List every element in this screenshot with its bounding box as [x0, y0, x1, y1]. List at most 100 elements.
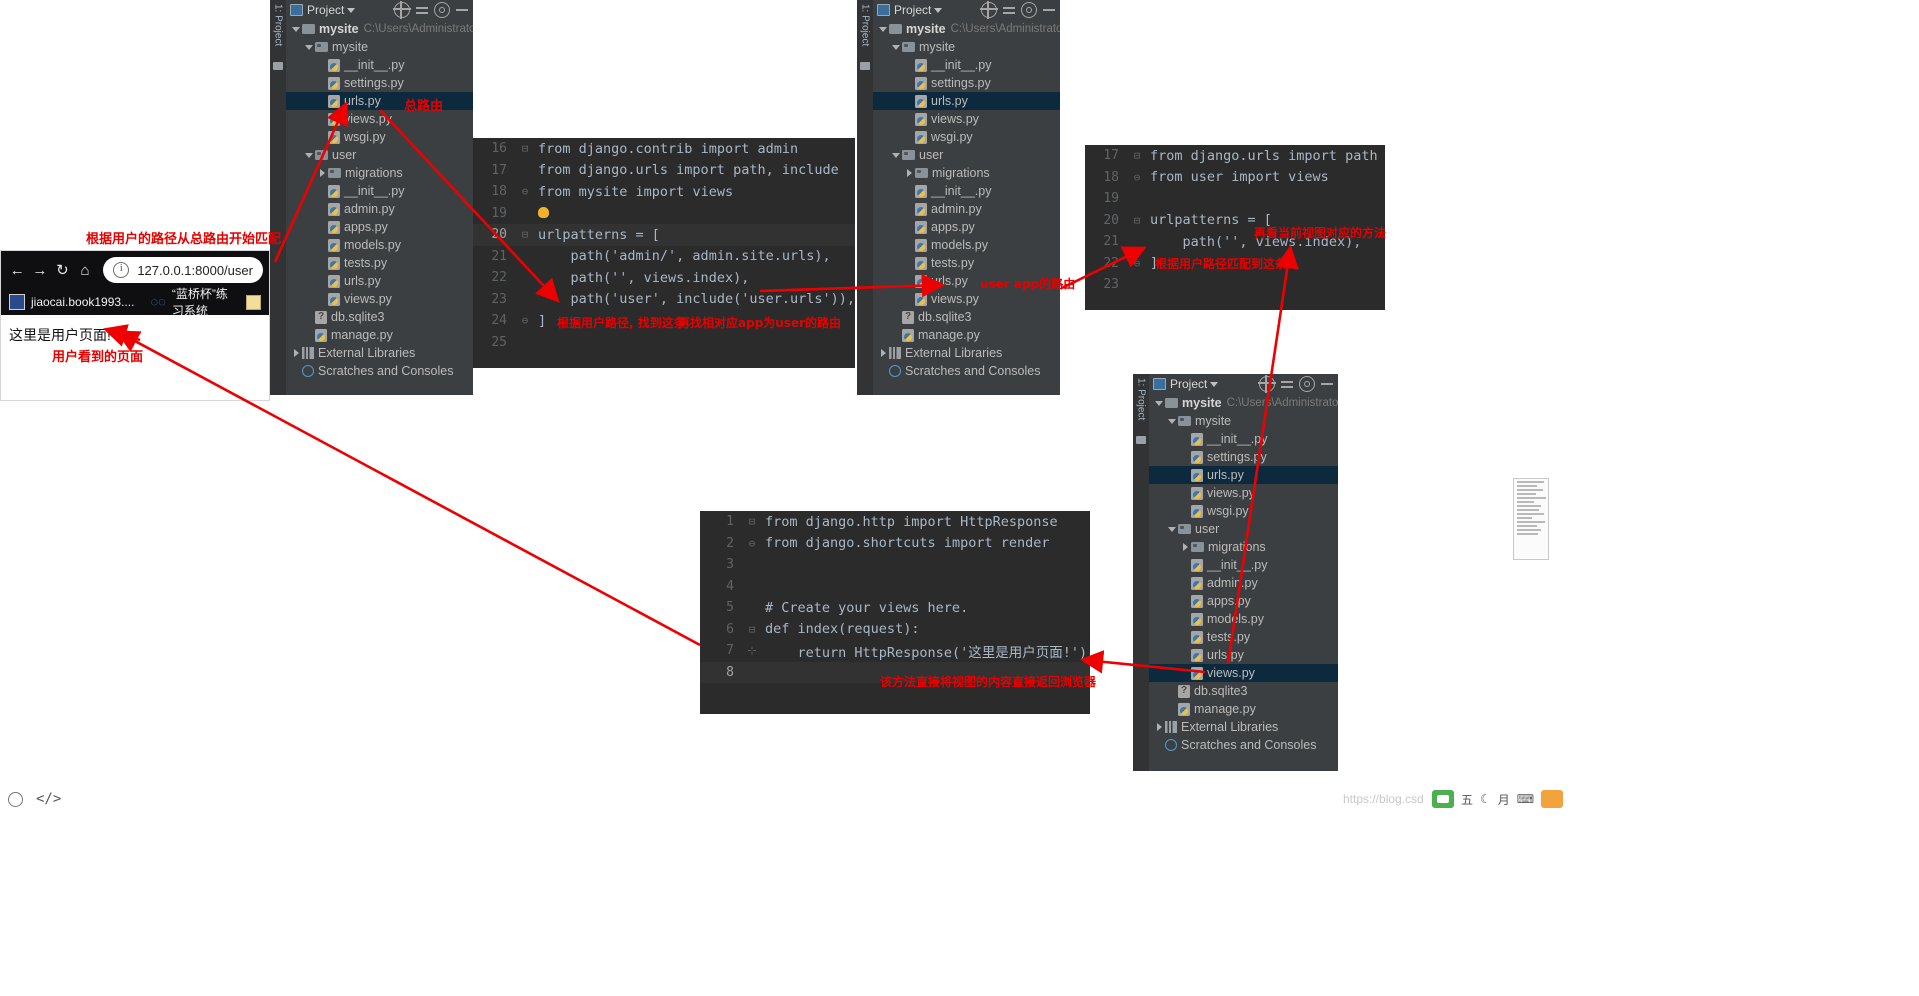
- chevron-down-icon[interactable]: [1166, 418, 1178, 424]
- tree-node-mysite[interactable]: mysite: [286, 38, 473, 56]
- code-fold-icon[interactable]: ⊟: [743, 623, 761, 636]
- code-fold-icon[interactable]: ⊟: [516, 228, 534, 241]
- tree-node-wsgipy[interactable]: wsgi.py: [873, 128, 1060, 146]
- code-line[interactable]: 4: [700, 576, 1090, 598]
- collapse-all-icon[interactable]: [1280, 377, 1294, 391]
- chevron-down-icon[interactable]: [290, 26, 302, 32]
- tree-node-adminpy[interactable]: admin.py: [873, 200, 1060, 218]
- forward-arrow-icon[interactable]: →: [30, 257, 51, 283]
- tree-node-initpy[interactable]: __init__.py: [286, 182, 473, 200]
- ime-keyboard-icon[interactable]: ⌨: [1517, 792, 1534, 806]
- code-fold-icon[interactable]: ⊖: [516, 185, 534, 198]
- tree-node-user[interactable]: user: [286, 146, 473, 164]
- chevron-right-icon[interactable]: [877, 349, 889, 357]
- intention-bulb-icon[interactable]: [538, 207, 549, 219]
- ime-logo-icon[interactable]: [1432, 790, 1454, 808]
- editor-mysite-urls[interactable]: 16 ⊟ from django.contrib import admin 17 fro…: [473, 138, 855, 368]
- code-line[interactable]: 19: [473, 203, 855, 225]
- tree-node-viewspy[interactable]: views.py: [873, 110, 1060, 128]
- tree-node-mysite[interactable]: mysite C:\Users\Administrator: [873, 20, 1060, 38]
- site-info-icon[interactable]: i: [113, 262, 130, 278]
- project-toolbar-2[interactable]: Project: [873, 0, 1060, 20]
- tree-node-adminpy[interactable]: admin.py: [1149, 574, 1338, 592]
- gear-icon[interactable]: [1021, 2, 1037, 18]
- code-line[interactable]: 7 ⊹ return HttpResponse('这里是用户页面!'): [700, 640, 1090, 662]
- chevron-right-icon[interactable]: [1153, 723, 1165, 731]
- tree-node-scratchesandconsoles[interactable]: Scratches and Consoles: [286, 362, 473, 380]
- tree-node-dbsqlite3[interactable]: db.sqlite3: [873, 308, 1060, 326]
- tree-node-viewspy[interactable]: views.py: [1149, 484, 1338, 502]
- tree-node-testspy[interactable]: tests.py: [286, 254, 473, 272]
- code-line[interactable]: 25: [473, 332, 855, 354]
- code-line[interactable]: 1 ⊟ from django.http import HttpResponse: [700, 511, 1090, 533]
- code-fold-icon[interactable]: ⊖: [1128, 257, 1146, 270]
- collapse-all-icon[interactable]: [1002, 3, 1016, 17]
- reload-icon[interactable]: ↻: [52, 257, 73, 283]
- code-line[interactable]: 20 ⊟ urlpatterns = [: [473, 224, 855, 246]
- chevron-down-icon[interactable]: [1210, 381, 1219, 387]
- tree-node-initpy[interactable]: __init__.py: [873, 182, 1060, 200]
- tree-node-urlspy[interactable]: urls.py: [1149, 646, 1338, 664]
- tree-node-migrations[interactable]: migrations: [1149, 538, 1338, 556]
- minimize-icon[interactable]: [1320, 377, 1334, 391]
- target-icon[interactable]: [1258, 375, 1276, 393]
- target-icon[interactable]: [980, 1, 998, 19]
- chevron-right-icon[interactable]: [1179, 543, 1191, 551]
- tree-node-managepy[interactable]: manage.py: [873, 326, 1060, 344]
- bookmarks-bar[interactable]: jiaocai.book1993.... ◌◌ “蓝桥杯”练习系统: [1, 287, 269, 318]
- code-fold-icon[interactable]: ⊟: [1128, 214, 1146, 227]
- code-line[interactable]: 16 ⊟ from django.contrib import admin: [473, 138, 855, 160]
- code-fold-icon[interactable]: ⊖: [743, 537, 761, 550]
- chevron-down-icon[interactable]: [303, 152, 315, 158]
- project-tool-window-tab[interactable]: 1: Project: [270, 0, 286, 395]
- tree-node-modelspy[interactable]: models.py: [1149, 610, 1338, 628]
- ime-taskbar[interactable]: 五 ☾ 月 ⌨: [1432, 790, 1564, 808]
- tree-node-testspy[interactable]: tests.py: [1149, 628, 1338, 646]
- tree-node-initpy[interactable]: __init__.py: [873, 56, 1060, 74]
- code-fold-icon[interactable]: ⊟: [743, 515, 761, 528]
- tree-node-mysite[interactable]: mysite C:\Users\Administrator: [1149, 394, 1338, 412]
- chevron-down-icon[interactable]: [877, 26, 889, 32]
- project-toolbar-1[interactable]: Project: [286, 0, 473, 20]
- tree-node-urlspy[interactable]: urls.py: [286, 272, 473, 290]
- code-line[interactable]: 18 ⊖ from mysite import views: [473, 181, 855, 203]
- chevron-right-icon[interactable]: [316, 169, 328, 177]
- tree-node-urlspy[interactable]: urls.py: [286, 92, 473, 110]
- project-tool-window-tab-3[interactable]: 1: Project: [1133, 374, 1149, 771]
- tree-node-modelspy[interactable]: models.py: [286, 236, 473, 254]
- tree-node-viewspy[interactable]: views.py: [1149, 664, 1338, 682]
- back-arrow-icon[interactable]: ←: [7, 257, 28, 283]
- bookmark-item-3[interactable]: [246, 294, 261, 310]
- project-tool-window-tab-2[interactable]: 1: Project: [857, 0, 873, 395]
- tree-node-viewspy[interactable]: views.py: [873, 290, 1060, 308]
- tree-node-settingspy[interactable]: settings.py: [1149, 448, 1338, 466]
- code-line[interactable]: 18 ⊖ from user import views: [1085, 167, 1385, 189]
- gear-icon[interactable]: [434, 2, 450, 18]
- code-line[interactable]: 17 from django.urls import path, include: [473, 160, 855, 182]
- ime-item-1[interactable]: 月: [1498, 791, 1510, 808]
- code-line[interactable]: 19: [1085, 188, 1385, 210]
- code-line[interactable]: 3: [700, 554, 1090, 576]
- project-panel-1[interactable]: 1: Project Project mysite C:\Users\Admini…: [270, 0, 473, 395]
- minimize-icon[interactable]: [1042, 3, 1056, 17]
- minimize-icon[interactable]: [455, 3, 469, 17]
- tree-node-dbsqlite3[interactable]: db.sqlite3: [1149, 682, 1338, 700]
- project-tree-1[interactable]: mysite C:\Users\Administrator mysite __init…: [286, 20, 473, 395]
- address-bar[interactable]: i 127.0.0.1:8000/user: [103, 257, 263, 283]
- code-brackets-icon[interactable]: </>: [36, 791, 61, 807]
- tree-node-externallibraries[interactable]: External Libraries: [1149, 718, 1338, 736]
- chevron-down-icon[interactable]: [347, 7, 356, 13]
- tree-node-appspy[interactable]: apps.py: [286, 218, 473, 236]
- tree-node-appspy[interactable]: apps.py: [1149, 592, 1338, 610]
- tree-node-scratchesandconsoles[interactable]: Scratches and Consoles: [873, 362, 1060, 380]
- code-line[interactable]: 2 ⊖ from django.shortcuts import render: [700, 533, 1090, 555]
- code-fold-icon[interactable]: ⊹: [743, 644, 761, 657]
- project-toolbar-3[interactable]: Project: [1149, 374, 1338, 394]
- project-tree-2[interactable]: mysite C:\Users\Administrator mysite __init…: [873, 20, 1060, 395]
- chevron-down-icon[interactable]: [1153, 400, 1165, 406]
- tree-node-managepy[interactable]: manage.py: [286, 326, 473, 344]
- tree-node-testspy[interactable]: tests.py: [873, 254, 1060, 272]
- chevron-down-icon[interactable]: [890, 152, 902, 158]
- tree-node-modelspy[interactable]: models.py: [873, 236, 1060, 254]
- code-fold-icon[interactable]: ⊟: [1128, 149, 1146, 162]
